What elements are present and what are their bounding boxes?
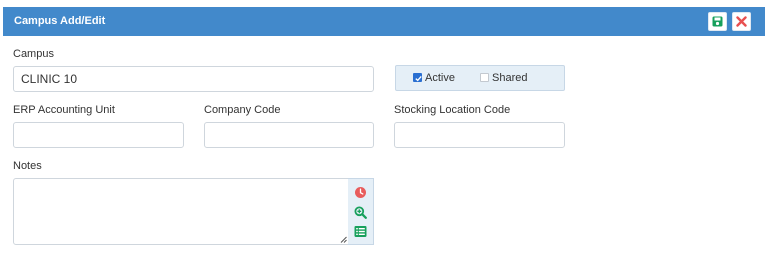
notes-history-button[interactable]	[354, 186, 367, 199]
list-icon	[354, 226, 367, 237]
close-button[interactable]	[732, 12, 751, 31]
active-label: Active	[425, 72, 455, 84]
shared-checkbox[interactable]	[480, 73, 489, 82]
shared-label: Shared	[492, 72, 528, 84]
zoom-in-icon	[354, 206, 367, 219]
close-icon	[736, 16, 747, 27]
stocking-location-code-label: Stocking Location Code	[394, 104, 511, 116]
save-icon	[712, 16, 723, 27]
dialog-title: Campus Add/Edit	[14, 15, 106, 27]
dialog-header: Campus Add/Edit	[3, 7, 765, 36]
notes-list-button[interactable]	[354, 225, 367, 238]
checkmark-icon	[415, 75, 422, 82]
notes-zoom-button[interactable]	[354, 206, 367, 219]
active-checkbox[interactable]	[413, 73, 422, 82]
campus-input[interactable]	[13, 66, 374, 92]
clock-icon	[355, 187, 366, 198]
stocking-location-code-input[interactable]	[394, 122, 565, 148]
erp-accounting-unit-label: ERP Accounting Unit	[13, 104, 115, 116]
notes-label: Notes	[13, 160, 42, 172]
campus-label: Campus	[13, 48, 54, 60]
save-button[interactable]	[708, 12, 727, 31]
resize-grip-icon[interactable]	[340, 236, 347, 243]
campus-flags-panel: Active Shared	[395, 65, 565, 91]
company-code-input[interactable]	[204, 122, 374, 148]
notes-textarea[interactable]	[13, 178, 349, 245]
notes-tool-panel	[348, 178, 374, 245]
erp-accounting-unit-input[interactable]	[13, 122, 184, 148]
company-code-label: Company Code	[204, 104, 281, 116]
